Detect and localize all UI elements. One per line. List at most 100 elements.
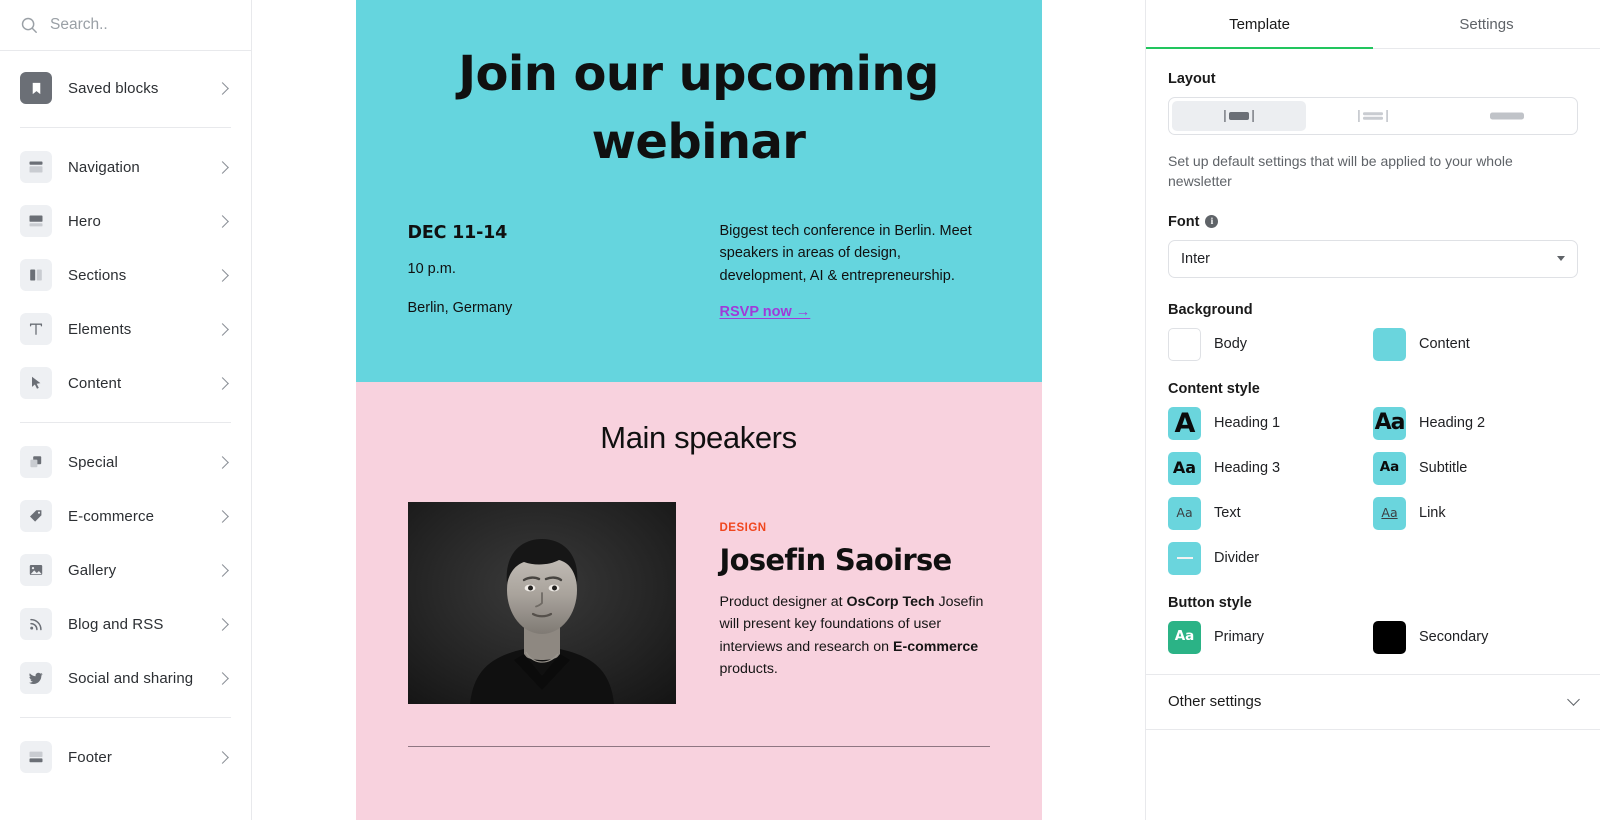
bio-rest-2: products.	[719, 661, 778, 678]
speaker-row: DESIGN Josefin Saoirse Product designer …	[407, 501, 990, 704]
sidebar-item-content[interactable]: Content	[20, 356, 231, 410]
content-style-item-text[interactable]: Aa Text	[1168, 496, 1373, 530]
content-color-swatch[interactable]	[1373, 327, 1406, 361]
background-section-label: Background	[1168, 302, 1578, 318]
hero-location: Berlin, Germany	[407, 299, 513, 316]
sidebar-item-label: Social and sharing	[68, 669, 194, 687]
bio-lead: Product designer at	[719, 593, 847, 610]
hero-title: Join our upcoming webinar	[458, 46, 939, 171]
sidebar-item-hero[interactable]: Hero	[20, 194, 231, 248]
primary-button-swatch[interactable]: Aa	[1168, 620, 1201, 654]
rss-icon	[20, 608, 52, 640]
blocks-sidebar: Saved blocks Navigation	[0, 0, 252, 820]
font-section-label: Font i	[1168, 214, 1578, 230]
bookmark-icon	[20, 72, 52, 104]
heading1-style-swatch[interactable]: A	[1168, 406, 1201, 440]
sidebar-item-label: Hero	[68, 212, 101, 230]
chevron-right-icon	[216, 509, 229, 523]
sidebar-item-label: Content	[68, 374, 122, 392]
link-style-swatch[interactable]: Aa	[1373, 496, 1406, 530]
hero-time: 10 p.m.	[407, 261, 456, 278]
hero-description: Biggest tech conference in Berlin. Meet …	[719, 223, 972, 284]
sidebar-item-ecommerce[interactable]: E-commerce	[20, 489, 231, 543]
sidebar-item-elements[interactable]: Elements	[20, 302, 231, 356]
chevron-right-icon	[216, 214, 229, 228]
footer-block-icon	[20, 741, 52, 773]
twitter-bird-icon	[20, 662, 52, 694]
search-input[interactable]	[50, 16, 230, 34]
content-style-swatches: A Heading 1 Aa Heading 2 Aa Heading 3 Aa…	[1168, 406, 1578, 575]
info-icon[interactable]: i	[1205, 215, 1219, 229]
sidebar-item-blog-rss[interactable]: Blog and RSS	[20, 597, 231, 651]
text-style-swatch[interactable]: Aa	[1168, 496, 1201, 530]
font-select-value: Inter	[1181, 250, 1211, 267]
content-style-item-divider[interactable]: Divider	[1168, 541, 1373, 575]
swatch-label: Heading 3	[1214, 460, 1281, 477]
button-style-swatches: Aa Primary Secondary	[1168, 620, 1578, 654]
search-bar[interactable]	[0, 0, 251, 51]
swatch-label: Secondary	[1419, 629, 1489, 646]
sidebar-item-navigation[interactable]: Navigation	[20, 140, 231, 194]
full-width-icon	[1490, 112, 1524, 120]
button-style-item-primary[interactable]: Aa Primary	[1168, 620, 1373, 654]
layout-section-label: Layout	[1168, 71, 1578, 87]
hero-block[interactable]: Join our upcoming webinar DEC 11-14 10 p…	[355, 0, 1042, 382]
sidebar-item-social-sharing[interactable]: Social and sharing	[20, 651, 231, 705]
swatch-label: Divider	[1214, 550, 1260, 567]
tab-settings[interactable]: Settings	[1373, 0, 1600, 48]
button-style-item-secondary[interactable]: Secondary	[1373, 620, 1578, 654]
chevron-right-icon	[216, 563, 229, 577]
speaker-info: DESIGN Josefin Saoirse Product designer …	[720, 502, 990, 704]
price-tag-icon	[20, 500, 52, 532]
content-style-item-heading1[interactable]: A Heading 1	[1168, 406, 1373, 440]
content-style-item-heading2[interactable]: Aa Heading 2	[1373, 406, 1578, 440]
background-label-text: Background	[1168, 301, 1253, 318]
content-style-item-subtitle[interactable]: Aa Subtitle	[1373, 451, 1578, 485]
tab-template[interactable]: Template	[1146, 0, 1373, 49]
chevron-right-icon	[216, 455, 229, 469]
layout-option-full-width[interactable]	[1440, 101, 1574, 131]
sidebar-item-label: Special	[68, 453, 118, 471]
subtitle-style-swatch[interactable]: Aa	[1373, 451, 1406, 485]
speakers-block[interactable]: Main speakers DESIGN Josefin Saoirse Pro…	[355, 381, 1042, 820]
content-style-item-link[interactable]: Aa Link	[1373, 496, 1578, 530]
sidebar-group-extras: Special E-commerce Gallery Blog and RSS …	[0, 435, 251, 705]
layers-icon	[20, 446, 52, 478]
layout-selector[interactable]	[1168, 97, 1578, 135]
chevron-right-icon	[216, 81, 229, 95]
chevron-right-icon	[216, 268, 229, 282]
rsvp-link[interactable]: RSVP now →	[720, 304, 811, 320]
content-style-item-heading3[interactable]: Aa Heading 3	[1168, 451, 1373, 485]
sidebar-item-gallery[interactable]: Gallery	[20, 543, 231, 597]
layout-option-centered-narrow[interactable]	[1172, 101, 1306, 131]
secondary-button-swatch[interactable]	[1373, 620, 1406, 654]
hero-columns: DEC 11-14 10 p.m. Berlin, Germany Bigges…	[408, 220, 990, 336]
bio-bold-2: E-commerce	[893, 638, 979, 655]
divider-style-swatch[interactable]	[1168, 541, 1201, 575]
sidebar-item-sections[interactable]: Sections	[20, 248, 231, 302]
background-item-content[interactable]: Content	[1373, 327, 1578, 361]
columns-block-icon	[20, 259, 52, 291]
sidebar-item-special[interactable]: Special	[20, 435, 231, 489]
button-style-section-label: Button style	[1168, 595, 1578, 611]
speaker-name: Josefin Saoirse	[719, 542, 953, 577]
hero-dates: DEC 11-14	[407, 223, 508, 244]
heading2-style-swatch[interactable]: Aa	[1373, 406, 1406, 440]
chevron-right-icon	[216, 322, 229, 336]
sidebar-item-label: Blog and RSS	[68, 615, 164, 633]
speaker-divider	[407, 745, 990, 747]
content-style-section-label: Content style	[1168, 381, 1578, 397]
swatch-label: Link	[1419, 505, 1446, 522]
email-canvas[interactable]: Join our upcoming webinar DEC 11-14 10 p…	[252, 0, 1145, 820]
background-item-body[interactable]: Body	[1168, 327, 1373, 361]
sidebar-item-saved-blocks[interactable]: Saved blocks	[20, 61, 231, 115]
other-settings-row[interactable]: Other settings	[1146, 675, 1600, 730]
font-select[interactable]: Inter	[1168, 239, 1578, 278]
speaker-photo	[407, 501, 676, 704]
sidebar-item-label: Saved blocks	[68, 79, 159, 97]
chevron-right-icon	[216, 750, 229, 764]
sidebar-item-footer[interactable]: Footer	[20, 730, 231, 784]
layout-option-split-rows[interactable]	[1306, 101, 1440, 131]
heading3-style-swatch[interactable]: Aa	[1168, 451, 1201, 485]
body-color-swatch[interactable]	[1168, 327, 1201, 361]
